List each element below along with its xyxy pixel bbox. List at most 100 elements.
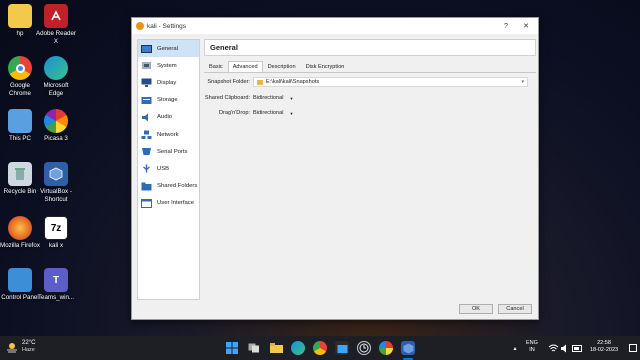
sidebar-item-label: General <box>157 45 178 52</box>
usb-icon <box>140 164 152 174</box>
computer-icon <box>8 109 32 133</box>
chevron-down-icon: ▾ <box>521 79 524 85</box>
settings-content: General Basic Advanced Description Disk … <box>204 39 536 300</box>
drag-n-drop-row: Drag'n'Drop: Bidirectional ▼ <box>204 108 534 118</box>
storage-icon <box>140 95 152 105</box>
desktop-icon-firefox[interactable]: Mozilla Firefox <box>0 216 40 250</box>
firefox-icon <box>8 216 32 240</box>
edge-icon[interactable] <box>291 341 305 355</box>
general-icon <box>140 44 152 54</box>
store-icon[interactable] <box>335 341 349 355</box>
control-panel-icon <box>8 268 32 292</box>
tab-bar: Basic Advanced Description Disk Encrypti… <box>204 61 536 72</box>
sidebar-item-general[interactable]: General <box>138 40 199 58</box>
settings-sidebar: General System Display Storage Audio Net… <box>137 39 200 300</box>
shared-clipboard-select[interactable]: Bidirectional ▼ <box>253 95 293 101</box>
ok-button[interactable]: OK <box>459 304 493 314</box>
serial-ports-icon <box>140 147 152 157</box>
sidebar-item-system[interactable]: System <box>138 57 199 74</box>
clock[interactable]: 22:58 18-02-2023 <box>584 340 624 354</box>
drag-n-drop-value: Bidirectional <box>253 110 284 116</box>
7zip-icon: 7z <box>44 216 68 240</box>
tab-basic[interactable]: Basic <box>204 61 228 72</box>
battery-icon[interactable] <box>570 341 584 355</box>
network-icon <box>140 130 152 140</box>
virtualbox-icon <box>44 162 68 186</box>
task-view-icon[interactable] <box>247 341 261 355</box>
adobe-reader-icon <box>44 4 68 28</box>
virtualbox-app-icon <box>136 22 144 30</box>
system-icon <box>140 61 152 71</box>
sidebar-item-label: Network <box>157 131 179 138</box>
snapshot-folder-select[interactable]: E:\kali\kali\Snapshots ▾ <box>253 77 528 87</box>
teams-icon: T <box>44 268 68 292</box>
sidebar-item-label: User Interface <box>157 200 194 207</box>
weather-widget[interactable]: 22°C Haze <box>6 340 35 354</box>
folder-icon <box>257 79 263 85</box>
sidebar-item-label: USB <box>157 165 170 172</box>
shared-clipboard-value: Bidirectional <box>253 95 284 101</box>
desktop-icon-teams[interactable]: T Teams_win... <box>36 268 76 302</box>
snapshot-folder-row: Snapshot Folder: E:\kali\kali\Snapshots … <box>204 77 534 87</box>
title-bar[interactable]: kali - Settings ? ✕ <box>132 18 538 34</box>
clock-app-icon[interactable] <box>357 341 371 355</box>
region-label: IN <box>529 347 535 353</box>
language-indicator[interactable]: ENG IN <box>526 340 538 354</box>
desktop-icon-kali[interactable]: 7z kali x <box>36 216 76 250</box>
tab-description[interactable]: Description <box>263 61 301 72</box>
sidebar-item-label: Storage <box>157 97 178 104</box>
desktop-icon-edge[interactable]: Microsoft Edge <box>36 56 76 97</box>
sidebar-item-usb[interactable]: USB <box>138 160 199 177</box>
audio-icon <box>140 112 152 122</box>
tab-advanced[interactable]: Advanced <box>227 61 263 72</box>
snapshot-folder-label: Snapshot Folder: <box>207 79 250 85</box>
page-title: General <box>204 39 536 56</box>
desktop-icon-recycle-bin[interactable]: Recycle Bin <box>0 162 40 196</box>
desktop-icon-adobe-reader[interactable]: Adobe Reader X <box>36 4 76 45</box>
settings-window: kali - Settings ? ✕ General System Displ… <box>131 17 539 320</box>
snapshot-folder-value: E:\kali\kali\Snapshots <box>266 79 320 85</box>
picasa-icon <box>44 109 68 133</box>
edge-icon <box>44 56 68 80</box>
chrome-icon <box>8 56 32 80</box>
close-button[interactable]: ✕ <box>516 18 536 34</box>
sidebar-item-display[interactable]: Display <box>138 74 199 91</box>
desktop-icon-hp[interactable]: hp <box>0 4 40 38</box>
desktop-icon-chrome[interactable]: Google Chrome <box>0 56 40 97</box>
sidebar-item-user-interface[interactable]: User Interface <box>138 195 199 212</box>
notification-icon[interactable] <box>626 341 640 355</box>
sidebar-item-storage[interactable]: Storage <box>138 92 199 109</box>
chevron-down-icon: ▼ <box>289 95 294 101</box>
sidebar-item-label: Shared Folders <box>157 183 198 190</box>
picasa-icon[interactable] <box>379 341 393 355</box>
display-icon <box>140 78 152 88</box>
advanced-panel: Snapshot Folder: E:\kali\kali\Snapshots … <box>204 72 536 294</box>
user-interface-icon <box>140 198 152 208</box>
sidebar-item-audio[interactable]: Audio <box>138 109 199 126</box>
help-button[interactable]: ? <box>496 18 516 34</box>
date-label: 18-02-2023 <box>589 347 619 353</box>
sidebar-item-label: Display <box>157 79 177 86</box>
window-title: kali - Settings <box>147 22 187 30</box>
start-icon[interactable] <box>225 341 239 355</box>
sidebar-item-shared-folders[interactable]: Shared Folders <box>138 178 199 195</box>
time-label: 22:58 <box>597 340 611 346</box>
drag-n-drop-select[interactable]: Bidirectional ▼ <box>253 110 293 116</box>
file-explorer-icon[interactable] <box>269 341 283 355</box>
shared-clipboard-row: Shared Clipboard: Bidirectional ▼ <box>204 93 534 103</box>
tab-disk-encryption[interactable]: Disk Encryption <box>301 61 350 72</box>
weather-temp: 22°C <box>22 340 36 346</box>
chevron-up-icon[interactable]: ▴ <box>508 341 522 355</box>
cancel-button[interactable]: Cancel <box>498 304 532 314</box>
sidebar-item-network[interactable]: Network <box>138 126 199 143</box>
desktop-icon-this-pc[interactable]: This PC <box>0 109 40 143</box>
chrome-icon[interactable] <box>313 341 327 355</box>
chevron-down-icon: ▼ <box>289 110 294 116</box>
shared-clipboard-label: Shared Clipboard: <box>204 95 250 101</box>
weather-desc: Haze <box>22 347 35 353</box>
desktop-icon-virtualbox[interactable]: VirtualBox - Shortcut <box>36 162 76 203</box>
virtualbox-icon[interactable] <box>401 341 415 355</box>
desktop-icon-picasa[interactable]: Picasa 3 <box>36 109 76 143</box>
desktop-icon-control-panel[interactable]: Control Panel <box>0 268 40 302</box>
sidebar-item-serial-ports[interactable]: Serial Ports <box>138 143 199 160</box>
